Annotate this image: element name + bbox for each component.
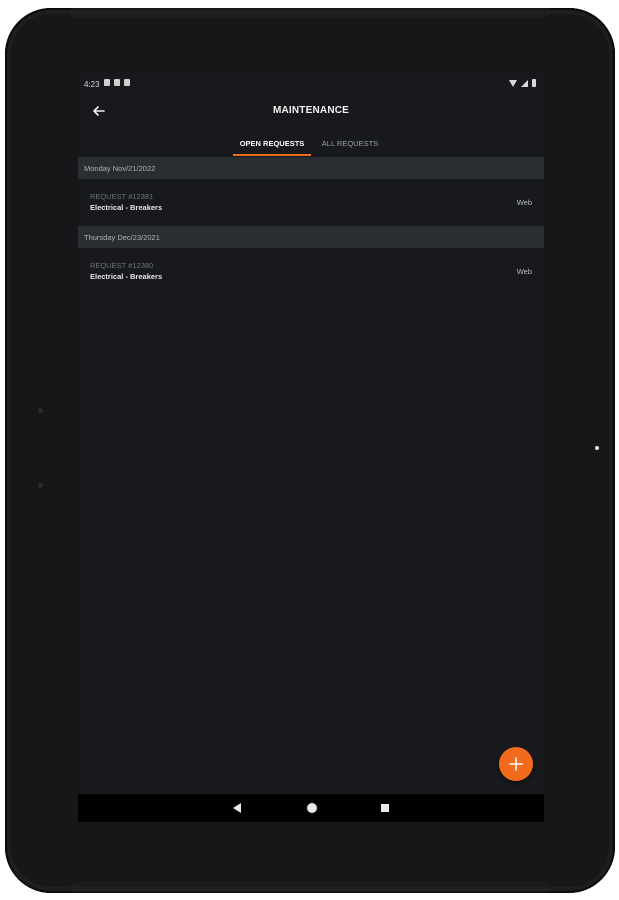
status-time: 4:23 [84, 80, 100, 89]
request-id: REQUEST #12380 [90, 261, 154, 270]
tablet-sensor [38, 408, 43, 413]
tablet-bottom-edge [70, 882, 550, 892]
system-nav-bar [78, 794, 544, 822]
sim-icon [124, 79, 130, 86]
tab-indicator [233, 154, 311, 156]
signal-icon [521, 79, 528, 87]
status-icons-right [509, 79, 536, 87]
request-row[interactable]: REQUEST #12381 Electrical - Breakers Web [78, 182, 544, 226]
wifi-icon [509, 79, 517, 87]
nav-recents-icon[interactable] [381, 804, 389, 812]
request-category: Electrical - Breakers [90, 203, 163, 212]
status-bar: 4:23 [78, 75, 544, 95]
date-section-header: Thursday Dec/23/2021 [78, 226, 544, 248]
request-source: Web [516, 198, 532, 207]
request-category: Electrical - Breakers [90, 272, 163, 281]
request-id: REQUEST #12381 [90, 192, 154, 201]
tab-open-requests[interactable]: OPEN REQUESTS [233, 139, 311, 159]
tablet-camera [595, 446, 599, 450]
battery-icon [532, 79, 536, 87]
notification-icon [114, 79, 120, 86]
tab-all-requests[interactable]: ALL REQUESTS [315, 139, 385, 159]
section-date: Thursday Dec/23/2021 [84, 233, 160, 242]
status-icons-left [104, 79, 130, 86]
app-bar: MAINTENANCE [78, 95, 544, 127]
page-title: MAINTENANCE [272, 105, 350, 116]
message-icon [104, 79, 110, 86]
nav-back-icon[interactable] [233, 803, 241, 813]
nav-home-icon[interactable] [307, 803, 317, 813]
tablet-top-edge [70, 8, 550, 18]
tablet-sensor [38, 483, 43, 488]
plus-icon [509, 757, 523, 771]
request-source: Web [516, 267, 532, 276]
request-row[interactable]: REQUEST #12380 Electrical - Breakers Web [78, 251, 544, 295]
date-section-header: Monday Nov/21/2022 [78, 157, 544, 179]
app-screen: 4:23 MAINTENANCE OPEN REQUESTS ALL REQUE… [78, 75, 544, 822]
section-date: Monday Nov/21/2022 [84, 164, 156, 173]
tab-bar: OPEN REQUESTS ALL REQUESTS [78, 133, 544, 159]
add-request-button[interactable] [499, 747, 533, 781]
